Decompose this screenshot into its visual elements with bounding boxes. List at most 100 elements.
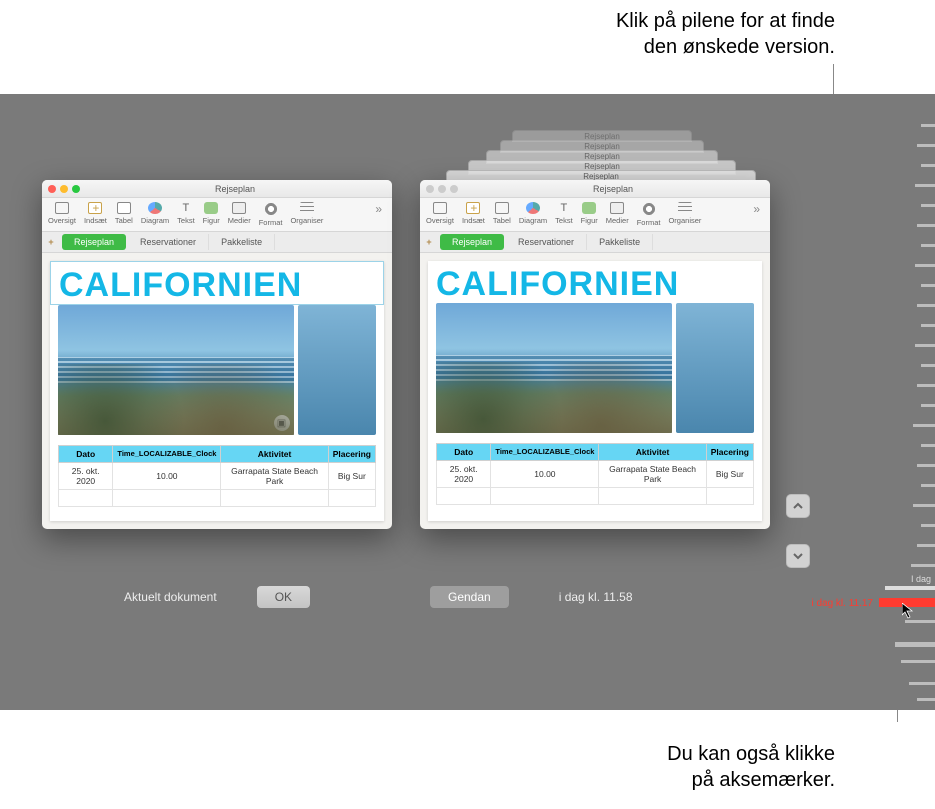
table-row[interactable]: 25. okt. 2020 10.00 Garrapata State Beac… xyxy=(59,463,376,490)
toolbar-text[interactable]: TTekst xyxy=(177,202,195,227)
toolbar-media[interactable]: Medier xyxy=(606,202,629,227)
toolbar-more-icon[interactable]: » xyxy=(371,202,386,227)
toolbar-label: Diagram xyxy=(141,216,169,225)
toolbar-label: Tekst xyxy=(177,216,195,225)
toolbar-table[interactable]: Tabel xyxy=(115,202,133,227)
close-icon[interactable] xyxy=(48,185,56,193)
table-cell: 25. okt. 2020 xyxy=(437,461,491,488)
table-cell[interactable]: Garrapata State Beach Park xyxy=(221,463,328,490)
ok-button[interactable]: OK xyxy=(257,586,310,608)
timeline-tick[interactable] xyxy=(905,620,935,623)
timeline-tick[interactable] xyxy=(915,264,935,267)
toolbar-label: Tabel xyxy=(115,216,133,225)
timeline-tick[interactable] xyxy=(921,524,935,527)
timeline-tick[interactable] xyxy=(915,184,935,187)
traffic-lights xyxy=(48,185,80,193)
toolbar-organize[interactable]: Organiser xyxy=(668,202,701,227)
toolbar-overview[interactable]: Oversigt xyxy=(48,202,76,227)
timeline-tick[interactable] xyxy=(921,164,935,167)
timeline-tick[interactable] xyxy=(913,424,935,427)
tab-pakkeliste[interactable]: Pakkeliste xyxy=(587,234,653,250)
timeline-tick[interactable] xyxy=(909,682,935,685)
version-timeline[interactable]: I dag i dag kl. 11.17 xyxy=(875,94,935,710)
callout-top: Klik på pilene for at finde den ønskede … xyxy=(435,8,835,60)
hero-image xyxy=(436,303,672,433)
version-previous-button[interactable] xyxy=(786,494,810,518)
table-cell[interactable]: Big Sur xyxy=(328,463,375,490)
timeline-tick[interactable] xyxy=(921,484,935,487)
tab-reservationer[interactable]: Reservationer xyxy=(506,234,587,250)
table-header[interactable]: Time_LOCALIZABLE_Clock xyxy=(113,446,221,463)
text-icon: T xyxy=(557,202,571,214)
window-title: Rejseplan xyxy=(84,184,386,194)
tab-rejseplan[interactable]: Rejseplan xyxy=(440,234,504,250)
toolbar-text[interactable]: TTekst xyxy=(555,202,573,227)
timeline-tick[interactable] xyxy=(921,244,935,247)
timeline-tick[interactable] xyxy=(921,124,935,127)
version-timestamp: i dag kl. 11.58 xyxy=(559,590,633,604)
toolbar-chart[interactable]: Diagram xyxy=(141,202,169,227)
hero-image[interactable]: ▣ xyxy=(58,305,294,435)
restore-button[interactable]: Gendan xyxy=(430,586,509,608)
toolbar-label: Organiser xyxy=(668,216,701,225)
toolbar: Oversigt +Indsæt Tabel Diagram TTekst Fi… xyxy=(420,198,770,232)
toolbar-table[interactable]: Tabel xyxy=(493,202,511,227)
timeline-tick[interactable] xyxy=(917,224,935,227)
toolbar-shape[interactable]: Figur xyxy=(581,202,598,227)
toolbar-label: Format xyxy=(637,218,661,227)
timeline-tick[interactable] xyxy=(917,544,935,547)
timeline-tick[interactable] xyxy=(915,344,935,347)
timeline-tick[interactable] xyxy=(901,660,935,663)
timeline-tick[interactable] xyxy=(917,144,935,147)
timeline-tick[interactable] xyxy=(921,204,935,207)
timeline-tick[interactable] xyxy=(921,284,935,287)
add-sheet-button[interactable]: + xyxy=(420,237,438,247)
toolbar-shape[interactable]: Figur xyxy=(203,202,220,227)
current-document-window: Rejseplan Oversigt +Indsæt Tabel Diagram… xyxy=(42,180,392,529)
minimize-icon[interactable] xyxy=(60,185,68,193)
table-header[interactable]: Dato xyxy=(59,446,113,463)
add-sheet-button[interactable]: + xyxy=(42,237,60,247)
tab-pakkeliste[interactable]: Pakkeliste xyxy=(209,234,275,250)
tab-rejseplan[interactable]: Rejseplan xyxy=(62,234,126,250)
timeline-tick[interactable] xyxy=(921,444,935,447)
toolbar-label: Diagram xyxy=(519,216,547,225)
timeline-tick[interactable] xyxy=(921,404,935,407)
table-row[interactable] xyxy=(59,490,376,507)
timeline-tick[interactable] xyxy=(921,364,935,367)
toolbar-more-icon[interactable]: » xyxy=(749,202,764,227)
toolbar-format[interactable]: Format xyxy=(259,202,283,227)
timeline-tick[interactable] xyxy=(917,304,935,307)
toolbar-organize[interactable]: Organiser xyxy=(290,202,323,227)
toolbar-overview[interactable]: Oversigt xyxy=(426,202,454,227)
toolbar-chart[interactable]: Diagram xyxy=(519,202,547,227)
timeline-tick[interactable] xyxy=(921,324,935,327)
itinerary-table[interactable]: Dato Time_LOCALIZABLE_Clock Aktivitet Pl… xyxy=(58,445,376,507)
toolbar-insert[interactable]: +Indsæt xyxy=(462,202,485,227)
timeline-tick[interactable] xyxy=(895,642,935,647)
timeline-tick[interactable] xyxy=(911,564,935,567)
timeline-tick[interactable] xyxy=(917,698,935,701)
table-header[interactable]: Aktivitet xyxy=(221,446,328,463)
toolbar-label: Format xyxy=(259,218,283,227)
zoom-icon[interactable] xyxy=(72,185,80,193)
table-cell: Big Sur xyxy=(706,461,753,488)
timeline-tick[interactable] xyxy=(917,384,935,387)
toolbar-media[interactable]: Medier xyxy=(228,202,251,227)
timeline-tick[interactable] xyxy=(917,464,935,467)
chevron-down-icon xyxy=(792,550,804,562)
timeline-tick-selected[interactable] xyxy=(879,598,935,607)
toolbar-format[interactable]: Format xyxy=(637,202,661,227)
toolbar-insert[interactable]: +Indsæt xyxy=(84,202,107,227)
table-cell[interactable]: 25. okt. 2020 xyxy=(59,463,113,490)
tab-reservationer[interactable]: Reservationer xyxy=(128,234,209,250)
image-icon[interactable]: ▣ xyxy=(274,415,290,431)
current-document-label: Aktuelt dokument xyxy=(124,590,217,604)
version-next-button[interactable] xyxy=(786,544,810,568)
table-header[interactable]: Placering xyxy=(328,446,375,463)
table-cell[interactable]: 10.00 xyxy=(113,463,221,490)
secondary-image[interactable] xyxy=(298,305,377,435)
page-headline[interactable]: CALIFORNIEN xyxy=(50,261,384,305)
timeline-tick[interactable] xyxy=(885,586,935,590)
timeline-tick[interactable] xyxy=(913,504,935,507)
